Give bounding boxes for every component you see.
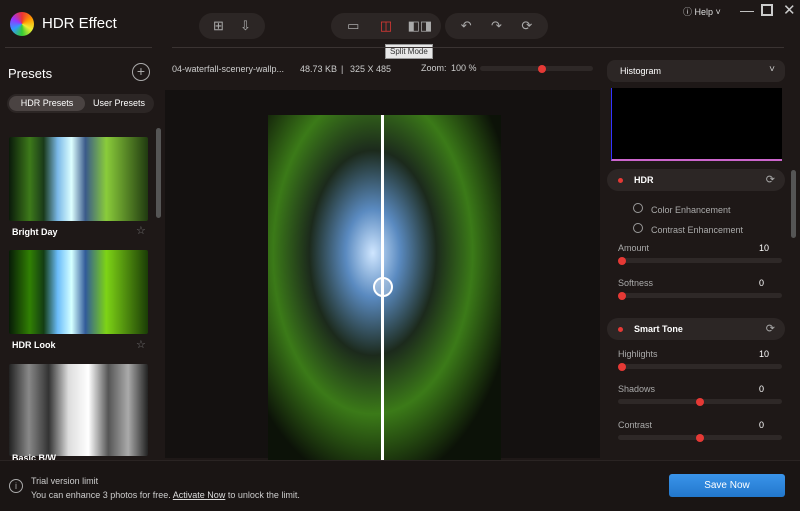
chevron-down-icon: ˅ (769, 64, 775, 75)
slider-track[interactable] (618, 397, 782, 406)
slider-value[interactable]: 0 (759, 420, 764, 430)
option-label: Contrast Enhancement (651, 225, 744, 235)
export-icon[interactable]: ⇩ (235, 18, 257, 34)
slider-label: Softness (618, 278, 654, 288)
option-label: Color Enhancement (651, 205, 731, 215)
preset-thumbnail[interactable] (9, 137, 148, 221)
save-now-button[interactable]: Save Now (669, 474, 785, 497)
preset-thumbnail[interactable] (9, 250, 148, 334)
divider (172, 47, 784, 48)
view-mode-toolbar: ▭ ◫ ◧◨ (331, 13, 441, 39)
slider-handle[interactable] (618, 362, 626, 371)
smart-tone-title: Smart Tone (634, 324, 683, 334)
slider-handle[interactable] (696, 397, 704, 406)
slider-label: Highlights (618, 349, 658, 359)
reset-icon[interactable]: ⟳ (766, 173, 775, 186)
redo-icon[interactable]: ↷ (485, 18, 507, 34)
color-enhancement-radio[interactable] (633, 203, 643, 213)
app-logo (10, 12, 34, 36)
app-title: HDR Effect (42, 15, 117, 32)
history-toolbar: ↶ ↷ ⟳ (445, 13, 548, 39)
slider-label: Contrast (618, 420, 653, 430)
maximize-button[interactable] (761, 4, 773, 16)
undo-icon[interactable]: ↶ (455, 18, 477, 34)
reset-icon[interactable]: ⟳ (516, 18, 538, 34)
hdr-section-header[interactable]: HDR ⟳ (607, 169, 785, 191)
slider-track[interactable] (618, 291, 782, 300)
split-mode-icon[interactable]: ◫ (375, 18, 397, 34)
histogram-label: Histogram (620, 66, 662, 76)
slider-handle[interactable] (696, 433, 704, 442)
slider-value[interactable]: 10 (759, 349, 769, 359)
zoom-slider[interactable] (480, 64, 593, 73)
preset-label: HDR Look (12, 340, 56, 350)
slider-track[interactable] (618, 362, 782, 371)
zoom-label: Zoom: (421, 63, 447, 73)
trial-text: to unlock the limit. (227, 490, 300, 500)
star-icon[interactable]: ☆ (136, 338, 146, 351)
slider-handle[interactable] (618, 256, 626, 265)
trial-title: Trial version limit (31, 476, 99, 486)
preset-thumbnail[interactable] (9, 364, 148, 456)
smart-tone-section-header[interactable]: Smart Tone ⟳ (607, 318, 785, 340)
file-dimensions: 325 X 485 (350, 64, 392, 74)
hdr-title: HDR (634, 175, 654, 185)
contrast-enhancement-radio[interactable] (633, 223, 643, 233)
slider-value[interactable]: 10 (759, 243, 769, 253)
file-toolbar: ⊞ ⇩ (199, 13, 265, 39)
slider-label: Amount (618, 243, 650, 253)
split-handle[interactable] (373, 277, 393, 297)
help-menu[interactable]: ⓘ Help ˅ (683, 5, 721, 18)
activate-now-link[interactable]: Activate Now (173, 490, 226, 500)
hdr-toggle[interactable] (618, 178, 623, 183)
slider-value[interactable]: 0 (759, 384, 764, 394)
file-size: 48.73 KB (300, 64, 338, 74)
slider-track[interactable] (618, 256, 782, 265)
help-label: Help (694, 7, 714, 17)
tab-hdr-presets[interactable]: HDR Presets (9, 96, 85, 111)
file-name: 04-waterfall-scenery-wallp... (172, 64, 285, 74)
single-view-icon[interactable]: ▭ (342, 18, 364, 34)
trial-text: You can enhance 3 photos for free. (31, 490, 171, 500)
settings-scrollbar[interactable] (791, 170, 796, 238)
preset-label: Bright Day (12, 227, 58, 237)
preset-tabs: HDR Presets User Presets (7, 94, 154, 113)
zoom-slider-handle[interactable] (538, 64, 547, 73)
open-file-icon[interactable]: ⊞ (208, 18, 230, 34)
star-icon[interactable]: ☆ (136, 224, 146, 237)
add-preset-button[interactable]: + (132, 63, 150, 81)
slider-label: Shadows (618, 384, 656, 394)
slider-track[interactable] (618, 433, 782, 442)
separator: | (341, 64, 344, 74)
presets-title: Presets (8, 66, 53, 81)
minimize-button[interactable]: — (740, 2, 754, 18)
trial-message: You can enhance 3 photos for free. Activ… (31, 490, 300, 500)
side-by-side-icon[interactable]: ◧◨ (408, 18, 433, 34)
close-button[interactable]: ✕ (783, 1, 796, 19)
presets-scrollbar[interactable] (156, 128, 161, 218)
reset-icon[interactable]: ⟳ (766, 322, 775, 335)
slider-handle[interactable] (618, 291, 626, 300)
divider (5, 47, 152, 48)
zoom-value: 100 % (451, 63, 477, 73)
slider-value[interactable]: 0 (759, 278, 764, 288)
smart-tone-toggle[interactable] (618, 327, 623, 332)
info-icon: i (9, 479, 23, 493)
histogram-dropdown[interactable]: Histogram ˅ (607, 60, 785, 82)
tab-user-presets[interactable]: User Presets (87, 96, 151, 111)
histogram-chart (611, 88, 782, 161)
